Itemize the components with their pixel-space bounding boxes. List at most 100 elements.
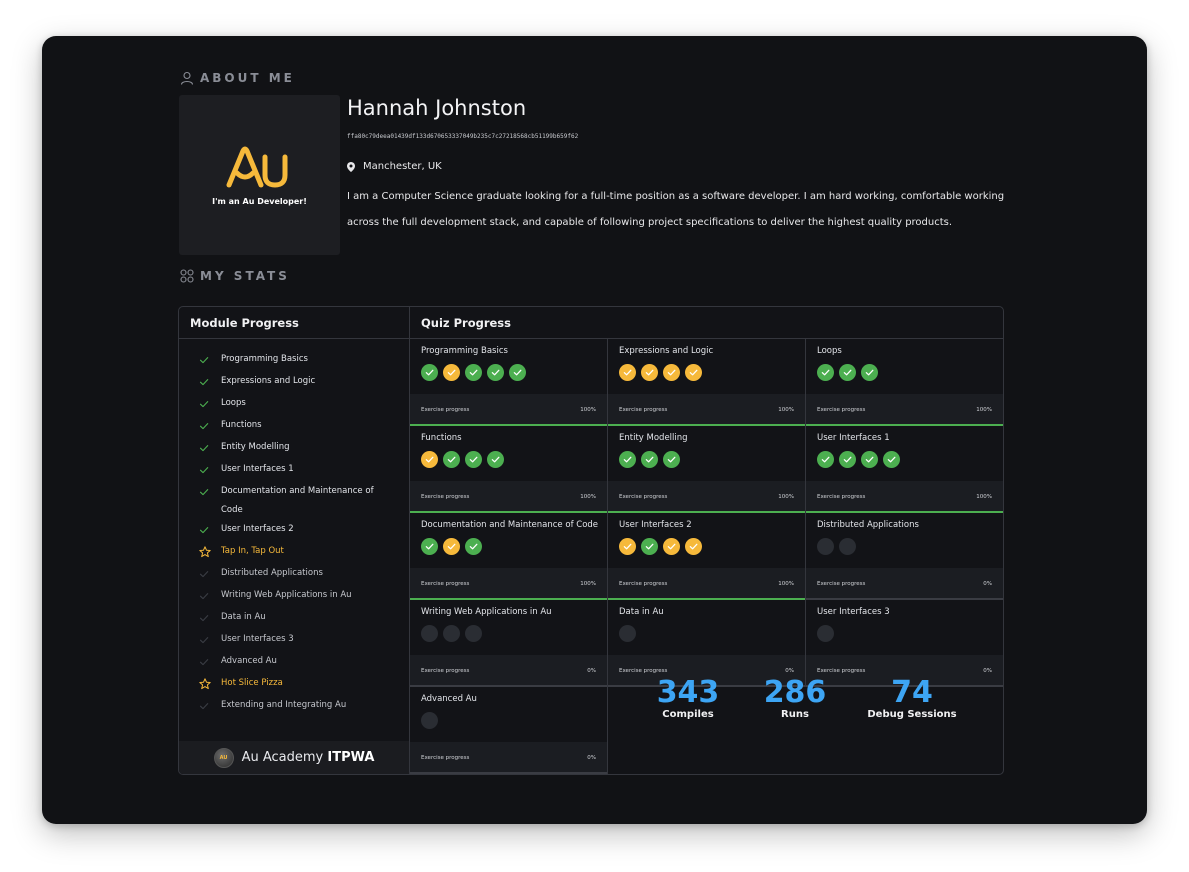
- exercise-progress-row: Exercise progress 0%: [806, 568, 1003, 599]
- module-item[interactable]: User Interfaces 3: [179, 630, 409, 652]
- quiz-attempt-dot: [663, 451, 680, 468]
- module-status-indicator: [199, 674, 221, 693]
- module-item[interactable]: Distributed Applications: [179, 564, 409, 586]
- module-status-indicator: [199, 482, 221, 501]
- quiz-attempt-dot: [861, 451, 878, 468]
- brand-prefix: Au Academy: [241, 750, 324, 765]
- module-item-label: User Interfaces 3: [221, 634, 294, 644]
- exercise-progress-row: Exercise progress 100%: [806, 394, 1003, 425]
- check-icon: [199, 570, 209, 577]
- quiz-attempt-dot: [465, 451, 482, 468]
- check-icon: [513, 369, 522, 376]
- quiz-attempt-dots: [619, 451, 680, 468]
- location-text: Manchester, UK: [363, 161, 442, 172]
- module-item[interactable]: Tap In, Tap Out: [179, 542, 409, 564]
- quiz-card[interactable]: Expressions and Logic Exercise progress 10…: [608, 339, 806, 426]
- module-item[interactable]: Entity Modelling: [179, 438, 409, 460]
- quiz-title: Documentation and Maintenance of Code: [421, 520, 599, 530]
- quiz-attempt-dot: [619, 538, 636, 555]
- totals-summary: 343 Compiles 286 Runs 74 Debug Sessions: [608, 655, 1003, 742]
- exercise-progress-label: Exercise progress: [421, 754, 470, 761]
- module-item[interactable]: Writing Web Applications in Au: [179, 586, 409, 608]
- quiz-attempt-dots: [817, 538, 856, 555]
- about-me-heading: ABOUT ME: [180, 71, 295, 85]
- quiz-card[interactable]: Entity Modelling Exercise progress 100%: [608, 426, 806, 513]
- module-status-indicator: [199, 520, 221, 539]
- quiz-card[interactable]: User Interfaces 1 Exercise progress 100%: [806, 426, 1003, 513]
- check-icon: [447, 543, 456, 550]
- module-item[interactable]: Programming Basics: [179, 350, 409, 372]
- quiz-card[interactable]: Writing Web Applications in Au Exercise p…: [410, 600, 608, 687]
- total-debug-sessions-value: 74: [891, 674, 933, 710]
- quiz-progress-header: Quiz Progress: [410, 307, 1003, 339]
- quiz-attempt-dot: [619, 451, 636, 468]
- check-icon: [821, 456, 830, 463]
- my-stats-heading: MY STATS: [180, 269, 290, 283]
- module-item-label: Writing Web Applications in Au: [221, 590, 352, 600]
- module-item[interactable]: User Interfaces 1: [179, 460, 409, 482]
- module-item[interactable]: Advanced Au: [179, 652, 409, 674]
- check-icon: [199, 356, 209, 363]
- module-item-label: Extending and Integrating Au: [221, 700, 347, 710]
- check-icon: [645, 543, 654, 550]
- quiz-attempt-dot: [817, 538, 834, 555]
- quiz-card[interactable]: Loops Exercise progress 100%: [806, 339, 1003, 426]
- exercise-progress-label: Exercise progress: [421, 493, 470, 500]
- quiz-card[interactable]: Functions Exercise progress 100%: [410, 426, 608, 513]
- exercise-progress-value: 100%: [580, 406, 596, 413]
- check-icon: [447, 456, 456, 463]
- total-compiles: 343 Compiles: [638, 677, 738, 720]
- au-academy-logo-icon: AU: [213, 747, 234, 768]
- quiz-card[interactable]: Advanced Au Exercise progress 0%: [410, 687, 608, 774]
- check-icon: [865, 456, 874, 463]
- exercise-progress-value: 100%: [976, 493, 992, 500]
- exercise-progress-row: Exercise progress 100%: [410, 481, 607, 512]
- exercise-progress-value: 100%: [778, 493, 794, 500]
- exercise-progress-value: 100%: [976, 406, 992, 413]
- module-status-indicator: [199, 564, 221, 583]
- check-icon: [199, 526, 209, 533]
- check-icon: [843, 456, 852, 463]
- quiz-attempt-dot: [443, 364, 460, 381]
- module-item[interactable]: Expressions and Logic: [179, 372, 409, 394]
- module-item[interactable]: Loops: [179, 394, 409, 416]
- quiz-card[interactable]: User Interfaces 2 Exercise progress 100%: [608, 513, 806, 600]
- quiz-attempt-dot: [817, 364, 834, 381]
- exercise-progress-value: 0%: [587, 667, 596, 674]
- quiz-attempt-dot: [465, 625, 482, 642]
- module-item-label: Hot Slice Pizza: [221, 678, 283, 688]
- quiz-attempt-dot: [487, 451, 504, 468]
- my-stats-heading-text: MY STATS: [200, 269, 290, 283]
- exercise-progress-row: Exercise progress 100%: [608, 394, 805, 425]
- module-item-label: Documentation and Maintenance of Code: [221, 486, 374, 515]
- exercise-progress-label: Exercise progress: [619, 580, 668, 587]
- module-item[interactable]: Documentation and Maintenance of Code: [179, 482, 409, 520]
- module-item-label: Programming Basics: [221, 354, 308, 364]
- quiz-title: Loops: [817, 346, 842, 356]
- module-item-label: Distributed Applications: [221, 568, 323, 578]
- module-status-indicator: [199, 630, 221, 649]
- check-icon: [199, 592, 209, 599]
- module-item[interactable]: Extending and Integrating Au: [179, 696, 409, 718]
- quiz-attempt-dot: [641, 364, 658, 381]
- check-icon: [689, 543, 698, 550]
- module-item[interactable]: User Interfaces 2: [179, 520, 409, 542]
- module-item[interactable]: Hot Slice Pizza: [179, 674, 409, 696]
- check-icon: [689, 369, 698, 376]
- module-status-indicator: [199, 586, 221, 605]
- quiz-attempt-dots: [817, 451, 900, 468]
- profile-window: ABOUT ME I'm an Au Developer! Hannah Joh…: [42, 36, 1147, 824]
- quiz-card[interactable]: Distributed Applications Exercise progres…: [806, 513, 1003, 600]
- exercise-progress-bar: [410, 772, 607, 774]
- module-status-indicator: [199, 372, 221, 391]
- quiz-card[interactable]: Programming Basics Exercise progress 100%: [410, 339, 608, 426]
- au-academy-brand: AU Au Academy ITPWA: [179, 741, 409, 774]
- check-icon: [667, 369, 676, 376]
- check-icon: [491, 456, 500, 463]
- module-item[interactable]: Functions: [179, 416, 409, 438]
- quiz-attempt-dot: [509, 364, 526, 381]
- module-status-indicator: [199, 608, 221, 627]
- module-item[interactable]: Data in Au: [179, 608, 409, 630]
- quiz-card[interactable]: Documentation and Maintenance of Code Exe…: [410, 513, 608, 600]
- check-icon: [199, 702, 209, 709]
